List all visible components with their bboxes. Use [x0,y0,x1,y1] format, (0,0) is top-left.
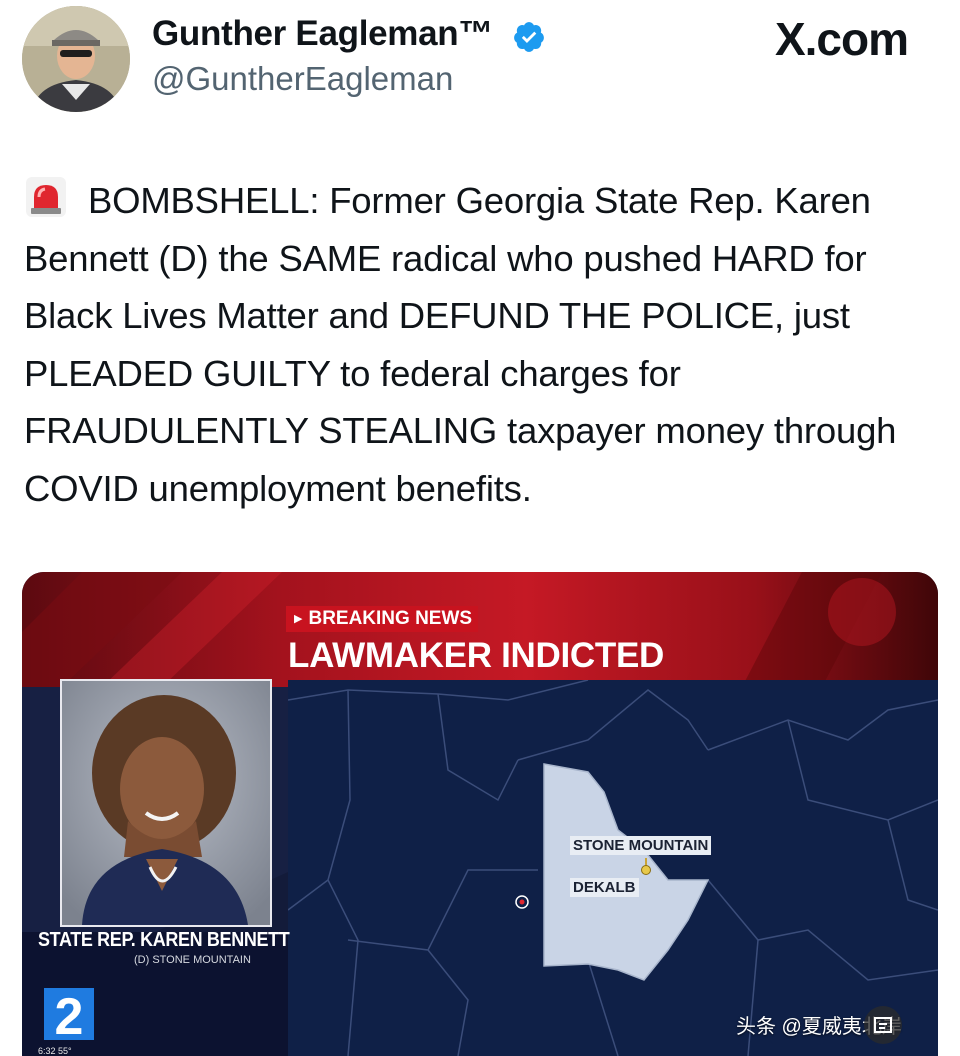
breaking-news-banner: ▶ BREAKING NEWS [286,606,479,632]
verified-badge-icon [514,22,544,52]
watermark-icon [864,1006,902,1044]
map-label-dekalb: DEKALB [570,878,639,897]
tweet-header: Gunther Eagleman™ @GuntherEagleman X.com [0,0,960,130]
avatar[interactable] [22,6,130,112]
tweet-media-image[interactable]: ▶ BREAKING NEWS LAWMAKER INDICTED STONE … [22,572,938,1056]
georgia-county-map: STONE MOUNTAIN DEKALB [288,680,938,1056]
display-name[interactable]: Gunther Eagleman™ [152,14,493,54]
news-headline: LAWMAKER INDICTED [288,636,664,675]
tweet-body: BOMBSHELL: Former Georgia State Rep. Kar… [24,172,944,517]
siren-icon [26,177,66,217]
site-label: X.com [774,13,909,65]
user-handle[interactable]: @GuntherEagleman [152,60,453,98]
ticker-time-temp: 6:32 55° [38,1046,72,1056]
svg-text:2: 2 [55,988,84,1044]
map-label-stone-mountain: STONE MOUNTAIN [570,836,712,855]
tweet-text: BOMBSHELL: Former Georgia State Rep. Kar… [24,180,897,509]
portrait-photo [60,679,272,927]
name-plate-subtitle: (D) STONE MOUNTAIN [134,954,251,966]
name-plate: STATE REP. KAREN BENNETT [38,929,290,951]
channel-logo-icon: 2 [38,984,100,1046]
